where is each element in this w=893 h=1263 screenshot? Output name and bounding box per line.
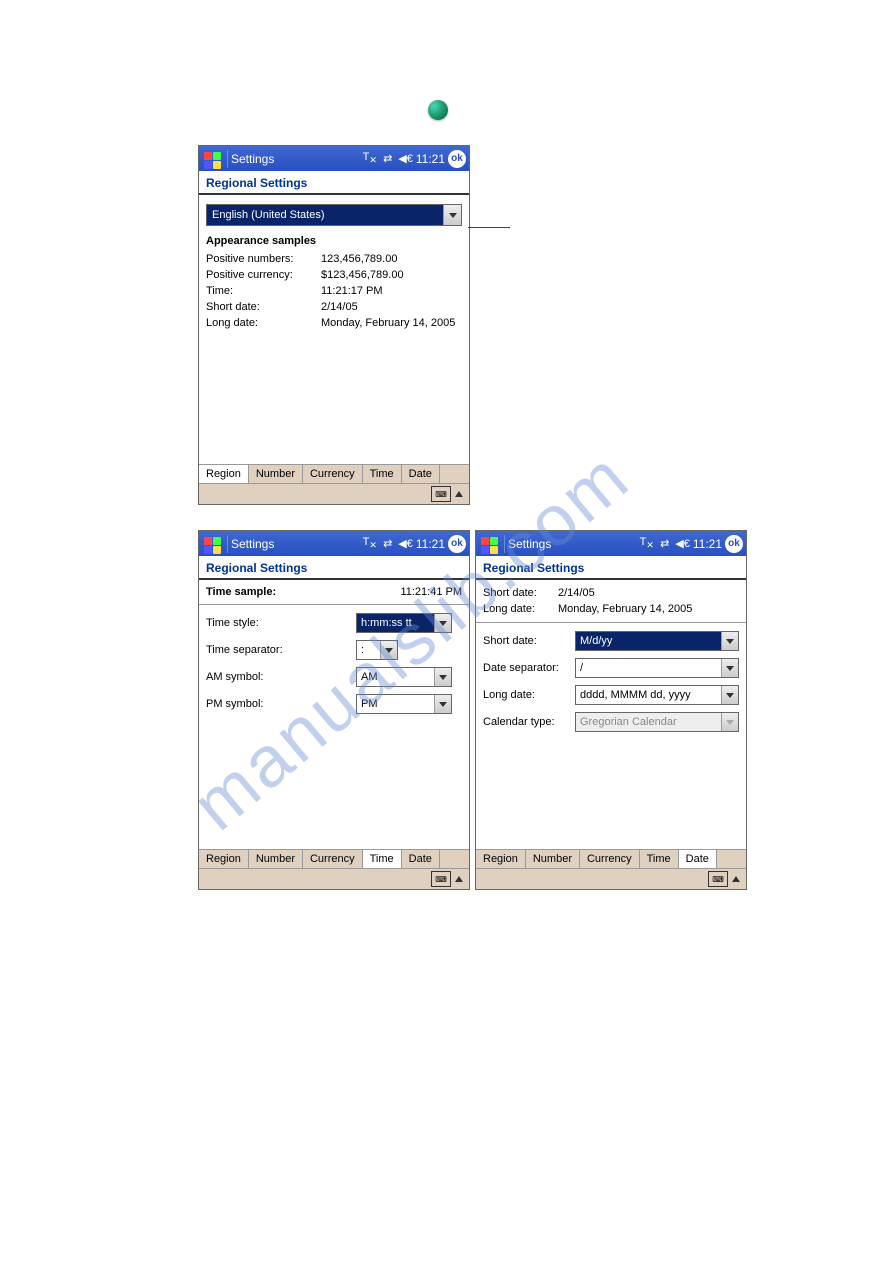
tab-region[interactable]: Region: [199, 850, 249, 868]
tab-region[interactable]: Region: [199, 465, 249, 483]
calendar-type-select: Gregorian Calendar: [575, 712, 739, 732]
start-icon[interactable]: [202, 150, 220, 168]
am-symbol-label: AM symbol:: [206, 671, 356, 683]
speaker-icon[interactable]: ◀€: [398, 537, 413, 550]
tab-currency[interactable]: Currency: [580, 850, 640, 868]
app-title: Settings: [508, 537, 551, 551]
device-region: Settings T✕ ⇄ ◀€ 11:21 ok Regional Setti…: [198, 145, 470, 505]
start-icon[interactable]: [479, 535, 497, 553]
language-select[interactable]: English (United States): [206, 204, 462, 226]
chevron-down-icon[interactable]: [434, 668, 451, 686]
tab-currency[interactable]: Currency: [303, 850, 363, 868]
ok-button[interactable]: ok: [725, 535, 743, 553]
time-sample-label: Time sample:: [206, 586, 400, 598]
sync-icon[interactable]: ⇄: [383, 152, 392, 165]
sample-row: Positive numbers:123,456,789.00: [206, 251, 462, 267]
device-date: Settings T✕ ⇄ ◀€ 11:21 ok Regional Setti…: [475, 530, 747, 890]
sip-up-icon[interactable]: [732, 876, 740, 882]
sip-up-icon[interactable]: [455, 491, 463, 497]
ok-button[interactable]: ok: [448, 150, 466, 168]
time-separator-select[interactable]: :: [356, 640, 398, 660]
screen-title: Regional Settings: [199, 556, 469, 580]
keyboard-icon[interactable]: ⌨: [431, 486, 451, 502]
pm-symbol-label: PM symbol:: [206, 698, 356, 710]
sip-up-icon[interactable]: [455, 876, 463, 882]
tab-time[interactable]: Time: [363, 465, 402, 483]
title-bar: Settings T✕ ⇄ ◀€ 11:21 ok: [199, 531, 469, 556]
title-bar: Settings T✕ ⇄ ◀€ 11:21 ok: [199, 146, 469, 171]
chevron-down-icon: [721, 713, 738, 731]
speaker-icon[interactable]: ◀€: [398, 152, 413, 165]
calendar-type-label: Calendar type:: [483, 716, 575, 728]
tab-date[interactable]: Date: [402, 850, 440, 868]
sip-bar: ⌨: [199, 484, 469, 504]
chevron-down-icon[interactable]: [434, 614, 451, 632]
chevron-down-icon[interactable]: [721, 632, 738, 650]
section-heading: Appearance samples: [199, 231, 469, 251]
chevron-down-icon[interactable]: [380, 641, 397, 659]
am-symbol-select[interactable]: AM: [356, 667, 452, 687]
tab-number[interactable]: Number: [249, 465, 303, 483]
short-date-label: Short date:: [483, 635, 575, 647]
chevron-down-icon[interactable]: [721, 659, 738, 677]
sip-bar: ⌨: [476, 869, 746, 889]
time-separator-label: Time separator:: [206, 644, 356, 656]
sample-row: Long date:Monday, February 14, 2005: [483, 601, 739, 617]
short-date-select[interactable]: M/d/yy: [575, 631, 739, 651]
signal-off-icon[interactable]: T✕: [363, 536, 377, 551]
time-sample-value: 11:21:41 PM: [400, 586, 462, 598]
keyboard-icon[interactable]: ⌨: [708, 871, 728, 887]
screen-title: Regional Settings: [199, 171, 469, 195]
tab-region[interactable]: Region: [476, 850, 526, 868]
clock: 11:21: [693, 537, 722, 551]
title-bar: Settings T✕ ⇄ ◀€ 11:21 ok: [476, 531, 746, 556]
keyboard-icon[interactable]: ⌨: [431, 871, 451, 887]
signal-off-icon[interactable]: T✕: [363, 151, 377, 166]
sample-rows: Positive numbers:123,456,789.00 Positive…: [199, 251, 469, 331]
clock: 11:21: [416, 537, 445, 551]
tab-time[interactable]: Time: [640, 850, 679, 868]
tab-date[interactable]: Date: [402, 465, 440, 483]
tabs: Region Number Currency Time Date: [476, 849, 746, 869]
tab-number[interactable]: Number: [249, 850, 303, 868]
globe-icon: [428, 100, 448, 120]
time-style-select[interactable]: h:mm:ss tt: [356, 613, 452, 633]
app-title: Settings: [231, 152, 274, 166]
sample-row: Short date:2/14/05: [483, 585, 739, 601]
sync-icon[interactable]: ⇄: [383, 537, 392, 550]
chevron-down-icon[interactable]: [443, 205, 461, 225]
tab-date[interactable]: Date: [679, 850, 717, 868]
sip-bar: ⌨: [199, 869, 469, 889]
chevron-down-icon[interactable]: [721, 686, 738, 704]
chevron-down-icon[interactable]: [434, 695, 451, 713]
pointer-line: [468, 227, 510, 228]
pm-symbol-select[interactable]: PM: [356, 694, 452, 714]
long-date-label: Long date:: [483, 689, 575, 701]
tab-currency[interactable]: Currency: [303, 465, 363, 483]
date-separator-label: Date separator:: [483, 662, 575, 674]
sample-row: Time:11:21:17 PM: [206, 283, 462, 299]
app-title: Settings: [231, 537, 274, 551]
signal-off-icon[interactable]: T✕: [640, 536, 654, 551]
device-time: Settings T✕ ⇄ ◀€ 11:21 ok Regional Setti…: [198, 530, 470, 890]
language-value: English (United States): [207, 205, 443, 225]
tab-number[interactable]: Number: [526, 850, 580, 868]
sample-row: Short date:2/14/05: [206, 299, 462, 315]
screen-title: Regional Settings: [476, 556, 746, 580]
tab-time[interactable]: Time: [363, 850, 402, 868]
speaker-icon[interactable]: ◀€: [675, 537, 690, 550]
ok-button[interactable]: ok: [448, 535, 466, 553]
start-icon[interactable]: [202, 535, 220, 553]
tabs: Region Number Currency Time Date: [199, 849, 469, 869]
sample-row: Positive currency:$123,456,789.00: [206, 267, 462, 283]
sample-row: Long date:Monday, February 14, 2005: [206, 315, 462, 331]
long-date-select[interactable]: dddd, MMMM dd, yyyy: [575, 685, 739, 705]
time-style-label: Time style:: [206, 617, 356, 629]
sync-icon[interactable]: ⇄: [660, 537, 669, 550]
tabs: Region Number Currency Time Date: [199, 464, 469, 484]
date-separator-select[interactable]: /: [575, 658, 739, 678]
clock: 11:21: [416, 152, 445, 166]
